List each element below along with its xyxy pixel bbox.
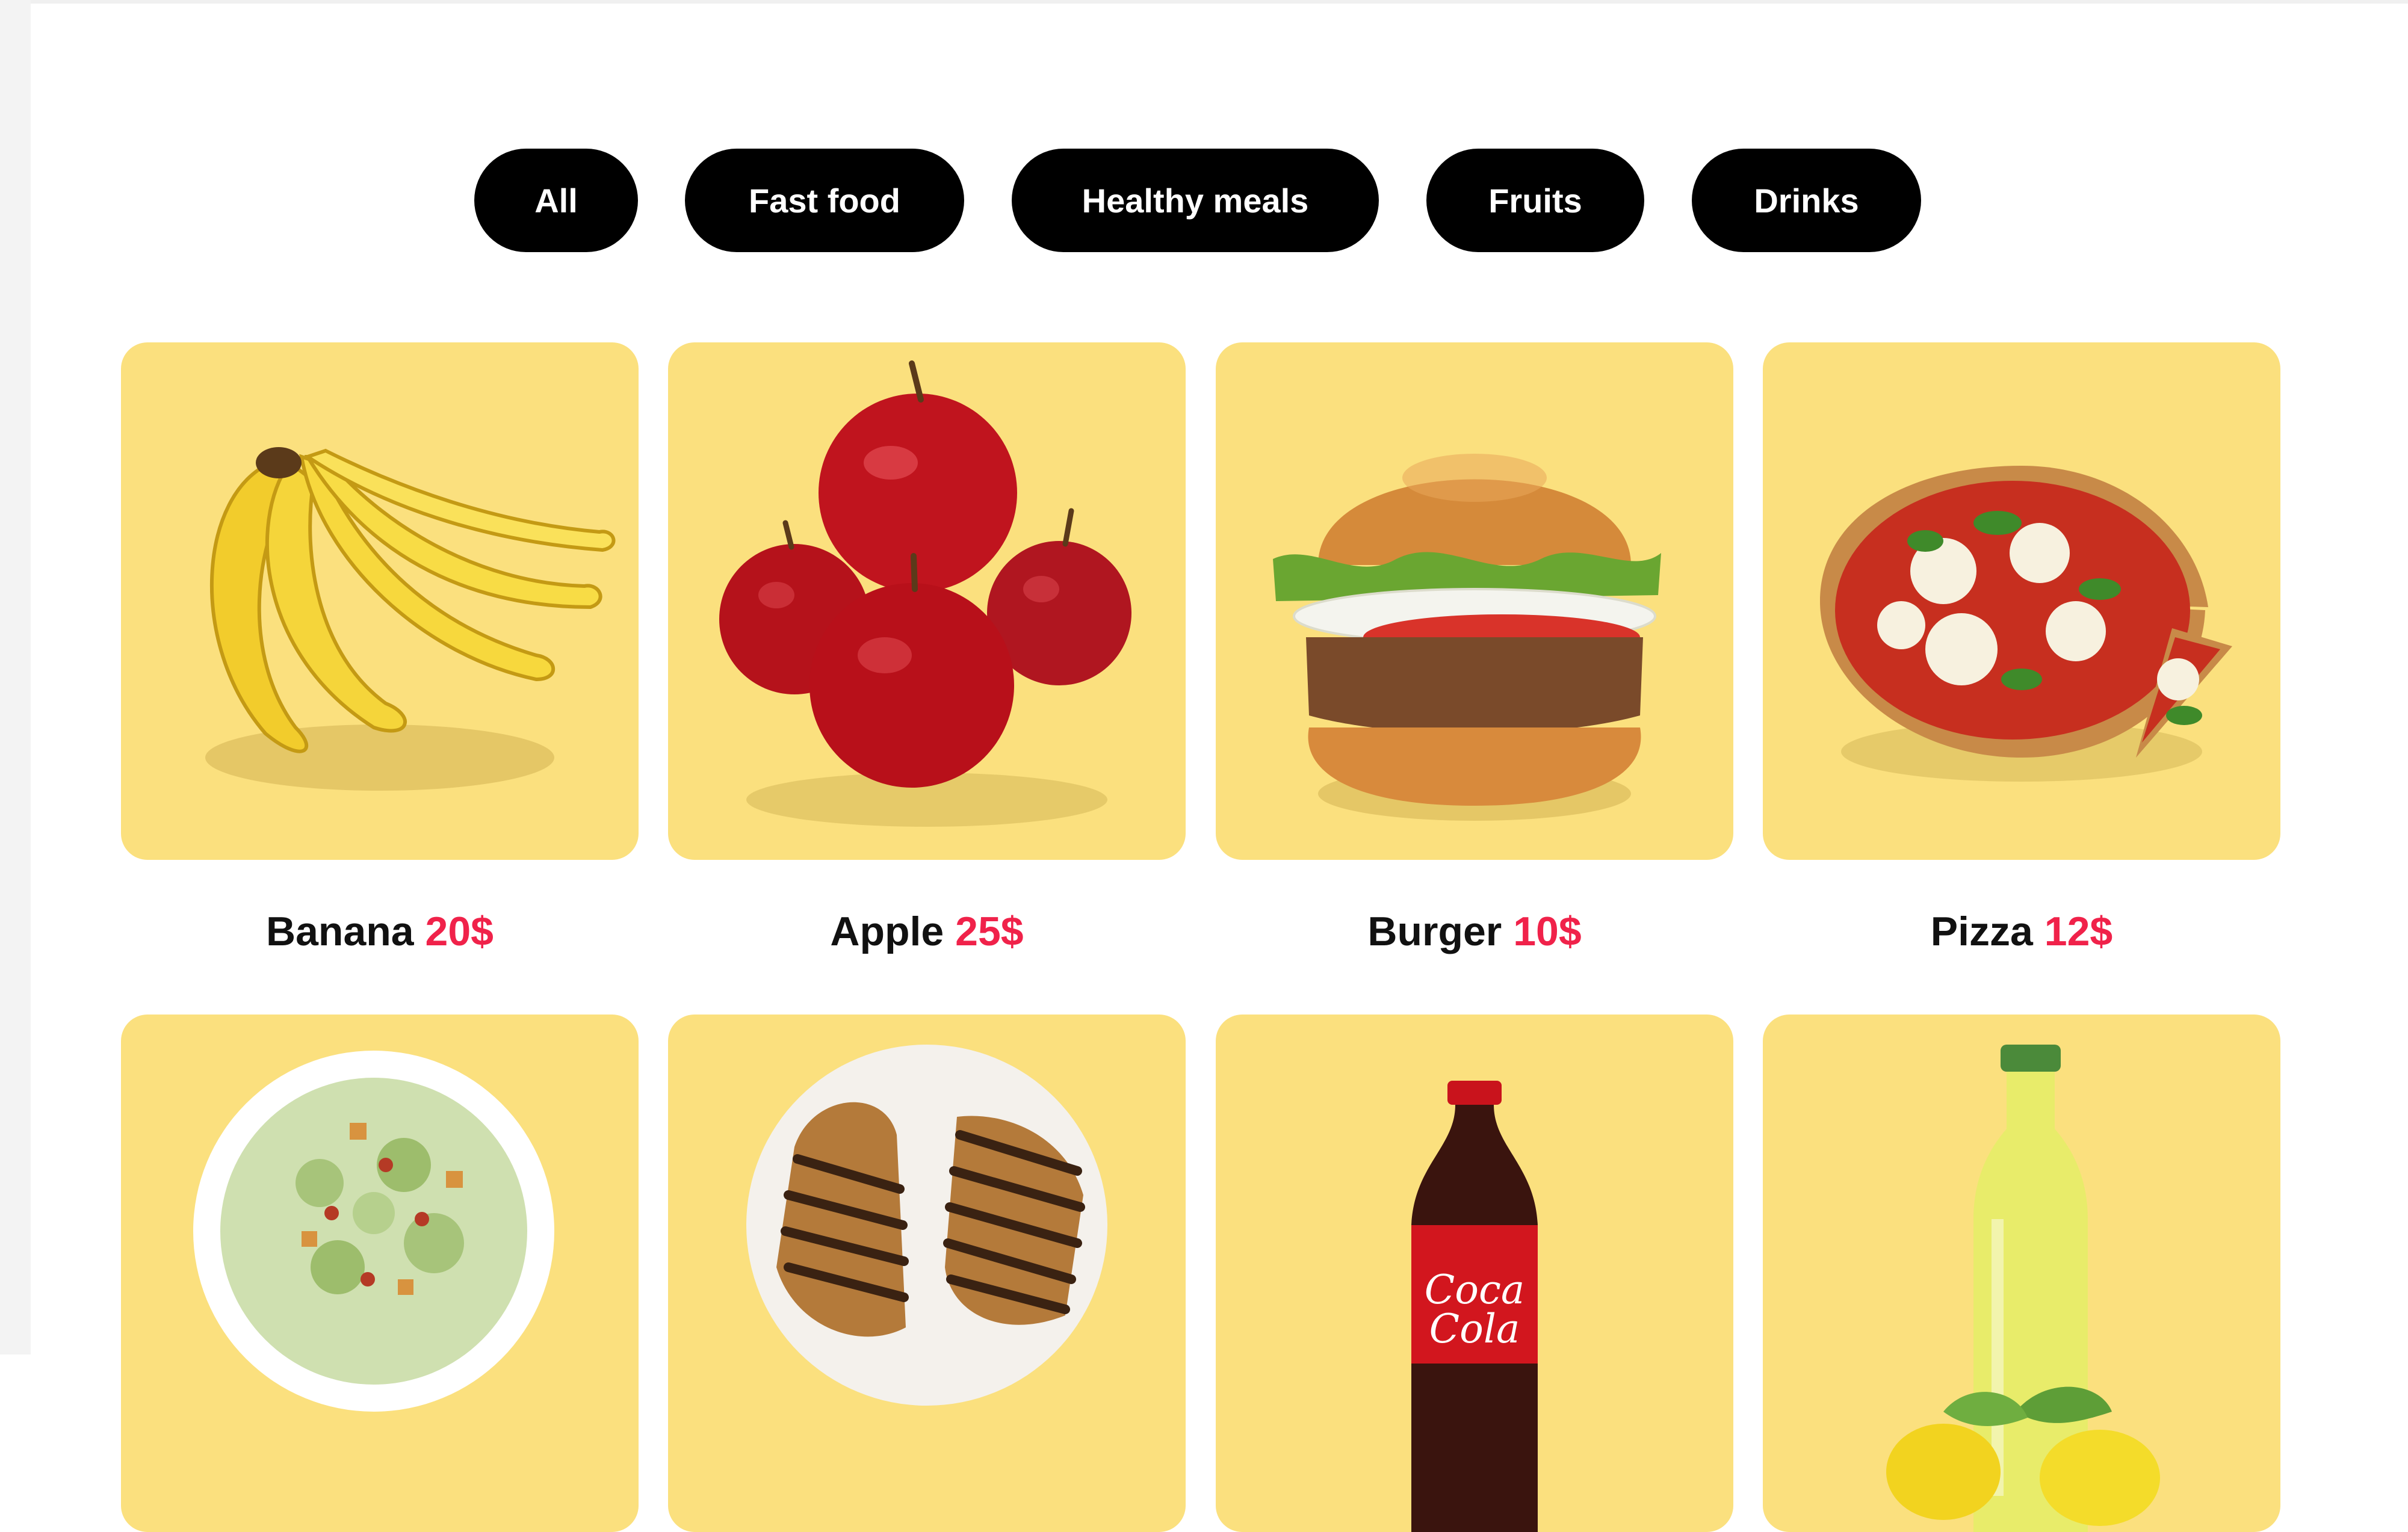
product-card-salad[interactable] (121, 1015, 639, 1532)
product-card-pizza[interactable] (1763, 342, 2280, 860)
product-name: Banana (265, 909, 414, 954)
product-price: 12$ (2044, 909, 2113, 954)
product-name: Apple (830, 909, 944, 954)
product-price: 10$ (1513, 909, 1582, 954)
product-label-banana: Banana 20$ (121, 901, 639, 962)
product-card-banana[interactable] (121, 342, 639, 860)
product-card-apple[interactable] (668, 342, 1186, 860)
filter-fruits-button[interactable]: Fruits (1426, 149, 1644, 252)
product-card-cola[interactable]: Coca Cola (1216, 1015, 1733, 1532)
banana-image (205, 447, 616, 791)
product-name: Burger (1367, 909, 1502, 954)
product-name: Pizza (1930, 909, 2033, 954)
product-card-grilled-chicken[interactable] (668, 1015, 1186, 1532)
product-card-lemonade[interactable] (1763, 1015, 2280, 1532)
burger-image (1273, 454, 1661, 821)
product-price: 20$ (425, 909, 494, 954)
salad-bowl-image (193, 1051, 554, 1412)
svg-text:Cola: Cola (1429, 1306, 1520, 1352)
filter-fast-food-button[interactable]: Fast food (685, 149, 964, 252)
product-label-burger: Burger 10$ (1216, 901, 1733, 962)
lemonade-bottle-image (1886, 1045, 2160, 1532)
apple-image (719, 360, 1131, 827)
filter-healthy-meals-button[interactable]: Healthy meals (1012, 149, 1379, 252)
cola-bottle-image: Coca Cola (1411, 1081, 1538, 1532)
product-label-pizza: Pizza 12$ (1763, 901, 2280, 962)
category-filter-bar: All Fast food Healthy meals Fruits Drink… (0, 149, 2408, 252)
filter-drinks-button[interactable]: Drinks (1692, 149, 1921, 252)
pizza-image (1820, 466, 2232, 782)
grilled-chicken-image (746, 1045, 1107, 1406)
product-label-apple: Apple 25$ (668, 901, 1186, 962)
filter-all-button[interactable]: All (474, 149, 638, 252)
top-edge (31, 0, 2408, 4)
product-price: 25$ (955, 909, 1024, 954)
product-card-burger[interactable] (1216, 342, 1733, 860)
